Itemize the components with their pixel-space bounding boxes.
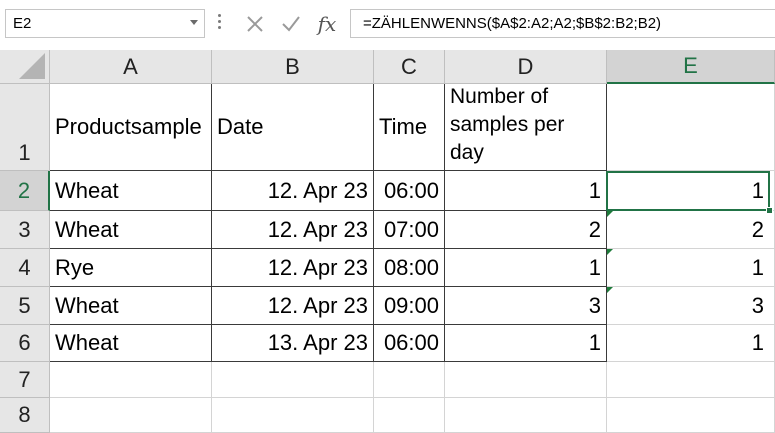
cell-a1[interactable]: Productsample — [50, 84, 212, 171]
row-header-1[interactable]: 1 — [0, 84, 50, 171]
formula-bar: E2 fx =ZÄHLENWENNS($A$2:A2;A2;$B$2:B2;B2… — [0, 0, 775, 50]
cell-e2[interactable]: 1 — [607, 171, 775, 211]
cell-c6[interactable]: 06:00 — [374, 325, 445, 362]
cell-a4[interactable]: Rye — [50, 249, 212, 287]
formula-text: =ZÄHLENWENNS($A$2:A2;A2;$B$2:B2;B2) — [363, 15, 662, 32]
cell-c5[interactable]: 09:00 — [374, 287, 445, 325]
cell-b6[interactable]: 13. Apr 23 — [212, 325, 374, 362]
cell-b4[interactable]: 12. Apr 23 — [212, 249, 374, 287]
cell-c1[interactable]: Time — [374, 84, 445, 171]
error-indicator-icon — [607, 249, 613, 255]
chevron-down-icon[interactable] — [190, 20, 198, 25]
cell-b7[interactable] — [212, 362, 374, 398]
row-header-7[interactable]: 7 — [0, 362, 50, 398]
cell-e1[interactable] — [607, 84, 775, 171]
cell-e3[interactable]: 2 — [607, 211, 775, 249]
cell-b5[interactable]: 12. Apr 23 — [212, 287, 374, 325]
cell-c4[interactable]: 08:00 — [374, 249, 445, 287]
cell-d2[interactable]: 1 — [445, 171, 607, 211]
more-options-icon[interactable] — [218, 14, 221, 32]
cell-e5[interactable]: 3 — [607, 287, 775, 325]
cell-c8[interactable] — [374, 398, 445, 433]
cell-a6[interactable]: Wheat — [50, 325, 212, 362]
cell-d7[interactable] — [445, 362, 607, 398]
cell-e7[interactable] — [607, 362, 775, 398]
row-header-6[interactable]: 6 — [0, 325, 50, 362]
column-header-c[interactable]: C — [374, 50, 445, 84]
cell-b8[interactable] — [212, 398, 374, 433]
cell-e8[interactable] — [607, 398, 775, 433]
cell-d6[interactable]: 1 — [445, 325, 607, 362]
fill-handle[interactable] — [766, 207, 773, 214]
column-header-e[interactable]: E — [607, 50, 775, 84]
fx-icon: fx — [317, 11, 337, 36]
spreadsheet-grid: A B C D E 1 2 3 4 5 6 7 8 Productsample … — [0, 50, 775, 433]
cell-b1[interactable]: Date — [212, 84, 374, 171]
cell-c3[interactable]: 07:00 — [374, 211, 445, 249]
row-header-2[interactable]: 2 — [0, 171, 50, 211]
cancel-button[interactable] — [238, 9, 272, 38]
cell-c7[interactable] — [374, 362, 445, 398]
cell-d4[interactable]: 1 — [445, 249, 607, 287]
cell-b2[interactable]: 12. Apr 23 — [212, 171, 374, 211]
insert-function-button[interactable]: fx — [310, 9, 344, 38]
select-all-button[interactable] — [0, 50, 50, 84]
formula-input[interactable]: =ZÄHLENWENNS($A$2:A2;A2;$B$2:B2;B2) — [350, 9, 775, 38]
cell-a8[interactable] — [50, 398, 212, 433]
row-header-4[interactable]: 4 — [0, 249, 50, 287]
cell-a5[interactable]: Wheat — [50, 287, 212, 325]
row-header-8[interactable]: 8 — [0, 398, 50, 433]
cell-d8[interactable] — [445, 398, 607, 433]
cell-a2[interactable]: Wheat — [50, 171, 212, 211]
check-icon — [282, 15, 300, 32]
column-header-d[interactable]: D — [445, 50, 607, 84]
column-header-b[interactable]: B — [212, 50, 374, 84]
formula-buttons: fx — [236, 9, 346, 38]
cell-d1[interactable]: Number of samples per day — [445, 84, 607, 171]
cell-a3[interactable]: Wheat — [50, 211, 212, 249]
cell-e4[interactable]: 1 — [607, 249, 775, 287]
cell-a7[interactable] — [50, 362, 212, 398]
row-header-5[interactable]: 5 — [0, 287, 50, 325]
cell-b3[interactable]: 12. Apr 23 — [212, 211, 374, 249]
cell-d3[interactable]: 2 — [445, 211, 607, 249]
enter-button[interactable] — [274, 9, 308, 38]
close-icon — [247, 15, 263, 32]
error-indicator-icon — [607, 211, 613, 217]
name-box-value: E2 — [13, 15, 32, 32]
cell-c2[interactable]: 06:00 — [374, 171, 445, 211]
column-header-a[interactable]: A — [50, 50, 212, 84]
cell-d5[interactable]: 3 — [445, 287, 607, 325]
row-header-3[interactable]: 3 — [0, 211, 50, 249]
error-indicator-icon — [607, 287, 613, 293]
cell-e6[interactable]: 1 — [607, 325, 775, 362]
name-box[interactable]: E2 — [5, 9, 205, 38]
